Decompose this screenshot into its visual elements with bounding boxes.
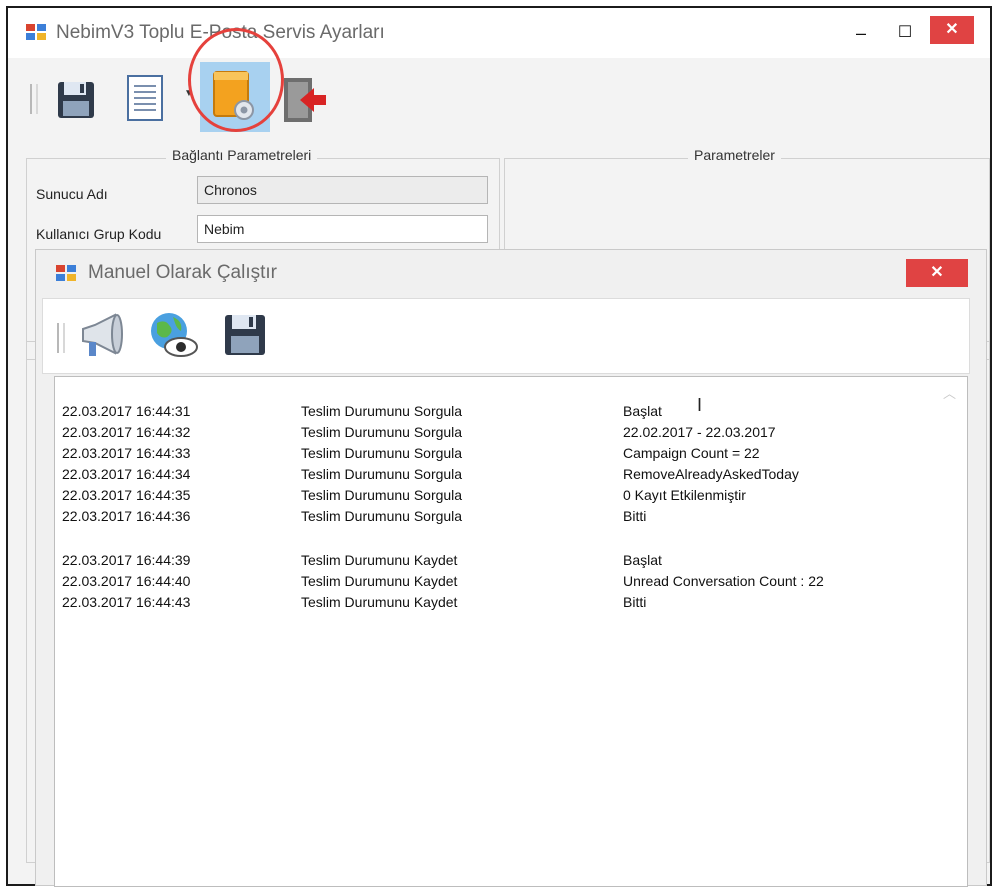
- parameters-group-legend: Parametreler: [688, 147, 781, 163]
- log-action: Teslim Durumunu Sorgula: [301, 424, 463, 440]
- manual-run-dialog: Manuel Olarak Çalıştır ✕ ︿ I 22.03.2017 …: [35, 249, 987, 887]
- minimize-button[interactable]: –: [846, 18, 876, 48]
- dialog-close-button[interactable]: ✕: [906, 259, 968, 287]
- title-bar[interactable]: NebimV3 Toplu E-Posta Servis Ayarları – …: [8, 8, 990, 58]
- save-icon: [225, 315, 265, 355]
- close-button[interactable]: ✕: [930, 16, 974, 44]
- log-message: Bitti: [623, 508, 647, 524]
- log-time: 22.03.2017 16:44:31: [62, 403, 191, 419]
- log-message: Bitti: [623, 594, 647, 610]
- main-toolbar: ▼: [8, 58, 990, 140]
- save-button[interactable]: [50, 74, 102, 126]
- log-time: 22.03.2017 16:44:35: [62, 487, 191, 503]
- log-time: 22.03.2017 16:44:39: [62, 552, 191, 568]
- toolbar-grip[interactable]: [30, 84, 38, 114]
- preview-button[interactable]: [147, 309, 199, 361]
- report-icon: [127, 75, 163, 121]
- log-message: 22.02.2017 - 22.03.2017: [623, 424, 776, 440]
- megaphone-icon: [82, 313, 123, 356]
- log-time: 22.03.2017 16:44:32: [62, 424, 191, 440]
- log-action: Teslim Durumunu Sorgula: [301, 403, 463, 419]
- log-panel[interactable]: ︿ I 22.03.2017 16:44:31 Teslim Durumunu …: [54, 376, 968, 887]
- connection-group-legend: Bağlantı Parametreleri: [166, 147, 318, 163]
- dialog-title: Manuel Olarak Çalıştır: [88, 262, 278, 283]
- log-message: Unread Conversation Count : 22: [623, 573, 824, 589]
- log-time: 22.03.2017 16:44:43: [62, 594, 191, 610]
- log-action: Teslim Durumunu Sorgula: [301, 445, 463, 461]
- log-action: Teslim Durumunu Sorgula: [301, 466, 463, 482]
- log-message: RemoveAlreadyAskedToday: [623, 466, 799, 482]
- save-icon: [58, 82, 94, 118]
- exit-button[interactable]: [278, 74, 330, 126]
- scroll-up-icon[interactable]: ︿: [943, 383, 956, 402]
- announce-button[interactable]: [75, 309, 127, 361]
- log-action: Teslim Durumunu Kaydet: [301, 594, 458, 610]
- server-label: Sunucu Adı: [36, 186, 108, 202]
- highlight-circle: [188, 28, 284, 132]
- dialog-title-bar[interactable]: Manuel Olarak Çalıştır ✕: [36, 250, 986, 296]
- log-time: 22.03.2017 16:44:40: [62, 573, 191, 589]
- log-message: Başlat: [623, 552, 662, 568]
- group-code-label: Kullanıcı Grup Kodu: [36, 226, 162, 242]
- dialog-toolbar-grip[interactable]: [57, 323, 65, 353]
- globe-eye-icon: [151, 313, 198, 357]
- dialog-toolbar: [42, 298, 970, 374]
- log-action: Teslim Durumunu Kaydet: [301, 573, 458, 589]
- group-code-field[interactable]: Nebim: [197, 215, 488, 243]
- report-button[interactable]: [120, 72, 172, 124]
- dialog-save-button[interactable]: [219, 309, 271, 361]
- log-message: Campaign Count = 22: [623, 445, 760, 461]
- log-message: 0 Kayıt Etkilenmiştir: [623, 487, 746, 503]
- exit-icon: [284, 78, 326, 122]
- server-field[interactable]: Chronos: [197, 176, 488, 204]
- maximize-button[interactable]: ☐: [890, 18, 920, 48]
- log-message: Başlat: [623, 403, 662, 419]
- dialog-app-icon: [56, 265, 76, 281]
- log-time: 22.03.2017 16:44:33: [62, 445, 191, 461]
- log-action: Teslim Durumunu Sorgula: [301, 487, 463, 503]
- text-cursor-icon: I: [697, 395, 703, 415]
- app-icon: [26, 24, 46, 40]
- log-time: 22.03.2017 16:44:34: [62, 466, 191, 482]
- log-action: Teslim Durumunu Sorgula: [301, 508, 463, 524]
- log-time: 22.03.2017 16:44:36: [62, 508, 191, 524]
- log-action: Teslim Durumunu Kaydet: [301, 552, 458, 568]
